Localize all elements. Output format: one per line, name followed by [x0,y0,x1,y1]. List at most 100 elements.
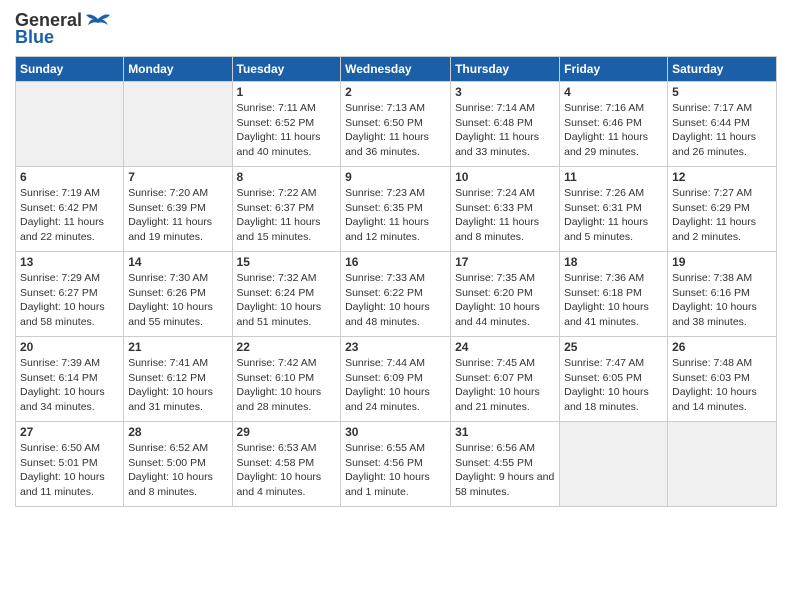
day-info: Sunrise: 7:33 AMSunset: 6:22 PMDaylight:… [345,271,446,330]
day-info: Sunrise: 7:38 AMSunset: 6:16 PMDaylight:… [672,271,772,330]
day-number: 11 [564,170,663,184]
day-info: Sunrise: 7:47 AMSunset: 6:05 PMDaylight:… [564,356,663,415]
calendar-week-row: 1 Sunrise: 7:11 AMSunset: 6:52 PMDaylight… [16,82,777,167]
calendar-cell: 8Sunrise: 7:22 AMSunset: 6:37 PMDaylight… [232,167,341,252]
day-number: 6 [20,170,119,184]
day-number: 29 [237,425,337,439]
calendar-cell: 17 Sunrise: 7:35 AMSunset: 6:20 PMDayligh… [451,252,560,337]
day-number: 23 [345,340,446,354]
day-info: Sunrise: 7:13 AMSunset: 6:50 PMDaylight:… [345,101,446,160]
calendar-cell: 26 Sunrise: 7:48 AMSunset: 6:03 PMDayligh… [668,337,777,422]
calendar-week-row: 27 Sunrise: 6:50 AMSunset: 5:01 PMDayligh… [16,422,777,507]
day-info: Sunrise: 6:52 AMSunset: 5:00 PMDaylight:… [128,441,227,500]
day-of-week-header: Wednesday [341,57,451,82]
day-info: Sunrise: 7:16 AMSunset: 6:46 PMDaylight:… [564,101,663,160]
calendar-cell: 10Sunrise: 7:24 AMSunset: 6:33 PMDayligh… [451,167,560,252]
day-number: 4 [564,85,663,99]
day-info: Sunrise: 7:27 AMSunset: 6:29 PMDaylight:… [672,186,772,245]
calendar-cell: 5 Sunrise: 7:17 AMSunset: 6:44 PMDaylight… [668,82,777,167]
day-number: 28 [128,425,227,439]
calendar-cell [124,82,232,167]
calendar-cell [668,422,777,507]
page-header: General Blue [15,10,777,48]
calendar-cell: 3 Sunrise: 7:14 AMSunset: 6:48 PMDaylight… [451,82,560,167]
calendar-cell: 22Sunrise: 7:42 AMSunset: 6:10 PMDayligh… [232,337,341,422]
calendar-header-row: SundayMondayTuesdayWednesdayThursdayFrid… [16,57,777,82]
calendar-cell: 15 Sunrise: 7:32 AMSunset: 6:24 PMDayligh… [232,252,341,337]
day-number: 2 [345,85,446,99]
day-number: 10 [455,170,555,184]
day-number: 17 [455,255,555,269]
day-info: Sunrise: 7:11 AMSunset: 6:52 PMDaylight:… [237,101,337,160]
day-info: Sunrise: 7:19 AMSunset: 6:42 PMDaylight:… [20,186,119,245]
day-info: Sunrise: 7:29 AMSunset: 6:27 PMDaylight:… [20,271,119,330]
day-number: 8 [237,170,337,184]
calendar-week-row: 13 Sunrise: 7:29 AMSunset: 6:27 PMDayligh… [16,252,777,337]
calendar-cell: 25 Sunrise: 7:47 AMSunset: 6:05 PMDayligh… [560,337,668,422]
day-info: Sunrise: 7:48 AMSunset: 6:03 PMDaylight:… [672,356,772,415]
day-number: 24 [455,340,555,354]
calendar-cell: 12 Sunrise: 7:27 AMSunset: 6:29 PMDayligh… [668,167,777,252]
calendar-cell: 6 Sunrise: 7:19 AMSunset: 6:42 PMDaylight… [16,167,124,252]
day-number: 30 [345,425,446,439]
day-number: 22 [237,340,337,354]
calendar-cell: 1 Sunrise: 7:11 AMSunset: 6:52 PMDaylight… [232,82,341,167]
day-info: Sunrise: 7:17 AMSunset: 6:44 PMDaylight:… [672,101,772,160]
day-info: Sunrise: 7:26 AMSunset: 6:31 PMDaylight:… [564,186,663,245]
day-number: 13 [20,255,119,269]
calendar-cell: 7 Sunrise: 7:20 AMSunset: 6:39 PMDaylight… [124,167,232,252]
day-number: 3 [455,85,555,99]
logo-bird-icon [84,11,112,31]
day-number: 9 [345,170,446,184]
calendar-week-row: 20Sunrise: 7:39 AMSunset: 6:14 PMDayligh… [16,337,777,422]
day-number: 25 [564,340,663,354]
day-number: 31 [455,425,555,439]
calendar-cell: 16 Sunrise: 7:33 AMSunset: 6:22 PMDayligh… [341,252,451,337]
day-info: Sunrise: 7:45 AMSunset: 6:07 PMDaylight:… [455,356,555,415]
day-number: 12 [672,170,772,184]
day-of-week-header: Friday [560,57,668,82]
day-of-week-header: Thursday [451,57,560,82]
day-number: 5 [672,85,772,99]
day-number: 21 [128,340,227,354]
day-number: 7 [128,170,227,184]
day-info: Sunrise: 7:41 AMSunset: 6:12 PMDaylight:… [128,356,227,415]
day-number: 15 [237,255,337,269]
calendar-cell: 28 Sunrise: 6:52 AMSunset: 5:00 PMDayligh… [124,422,232,507]
day-of-week-header: Monday [124,57,232,82]
day-info: Sunrise: 7:14 AMSunset: 6:48 PMDaylight:… [455,101,555,160]
calendar-cell: 21 Sunrise: 7:41 AMSunset: 6:12 PMDayligh… [124,337,232,422]
day-number: 1 [237,85,337,99]
day-info: Sunrise: 6:53 AMSunset: 4:58 PMDaylight:… [237,441,337,500]
day-number: 27 [20,425,119,439]
calendar-week-row: 6 Sunrise: 7:19 AMSunset: 6:42 PMDaylight… [16,167,777,252]
day-number: 16 [345,255,446,269]
day-number: 14 [128,255,227,269]
calendar-cell: 19Sunrise: 7:38 AMSunset: 6:16 PMDayligh… [668,252,777,337]
day-info: Sunrise: 7:30 AMSunset: 6:26 PMDaylight:… [128,271,227,330]
calendar-cell: 29 Sunrise: 6:53 AMSunset: 4:58 PMDayligh… [232,422,341,507]
calendar-cell: 2 Sunrise: 7:13 AMSunset: 6:50 PMDaylight… [341,82,451,167]
calendar-cell: 20Sunrise: 7:39 AMSunset: 6:14 PMDayligh… [16,337,124,422]
calendar-cell: 23 Sunrise: 7:44 AMSunset: 6:09 PMDayligh… [341,337,451,422]
day-info: Sunrise: 6:56 AMSunset: 4:55 PMDaylight:… [455,441,555,500]
calendar-cell: 9 Sunrise: 7:23 AMSunset: 6:35 PMDaylight… [341,167,451,252]
day-info: Sunrise: 7:44 AMSunset: 6:09 PMDaylight:… [345,356,446,415]
day-info: Sunrise: 7:23 AMSunset: 6:35 PMDaylight:… [345,186,446,245]
day-info: Sunrise: 7:32 AMSunset: 6:24 PMDaylight:… [237,271,337,330]
day-info: Sunrise: 6:55 AMSunset: 4:56 PMDaylight:… [345,441,446,500]
calendar-cell: 18Sunrise: 7:36 AMSunset: 6:18 PMDayligh… [560,252,668,337]
day-info: Sunrise: 7:20 AMSunset: 6:39 PMDaylight:… [128,186,227,245]
calendar-cell [16,82,124,167]
day-of-week-header: Sunday [16,57,124,82]
day-number: 26 [672,340,772,354]
calendar-cell: 24 Sunrise: 7:45 AMSunset: 6:07 PMDayligh… [451,337,560,422]
day-info: Sunrise: 7:36 AMSunset: 6:18 PMDaylight:… [564,271,663,330]
day-info: Sunrise: 6:50 AMSunset: 5:01 PMDaylight:… [20,441,119,500]
calendar-cell: 11 Sunrise: 7:26 AMSunset: 6:31 PMDayligh… [560,167,668,252]
calendar-cell: 31 Sunrise: 6:56 AMSunset: 4:55 PMDayligh… [451,422,560,507]
calendar-cell: 14 Sunrise: 7:30 AMSunset: 6:26 PMDayligh… [124,252,232,337]
day-info: Sunrise: 7:35 AMSunset: 6:20 PMDaylight:… [455,271,555,330]
calendar-cell: 30 Sunrise: 6:55 AMSunset: 4:56 PMDayligh… [341,422,451,507]
calendar-cell: 27 Sunrise: 6:50 AMSunset: 5:01 PMDayligh… [16,422,124,507]
